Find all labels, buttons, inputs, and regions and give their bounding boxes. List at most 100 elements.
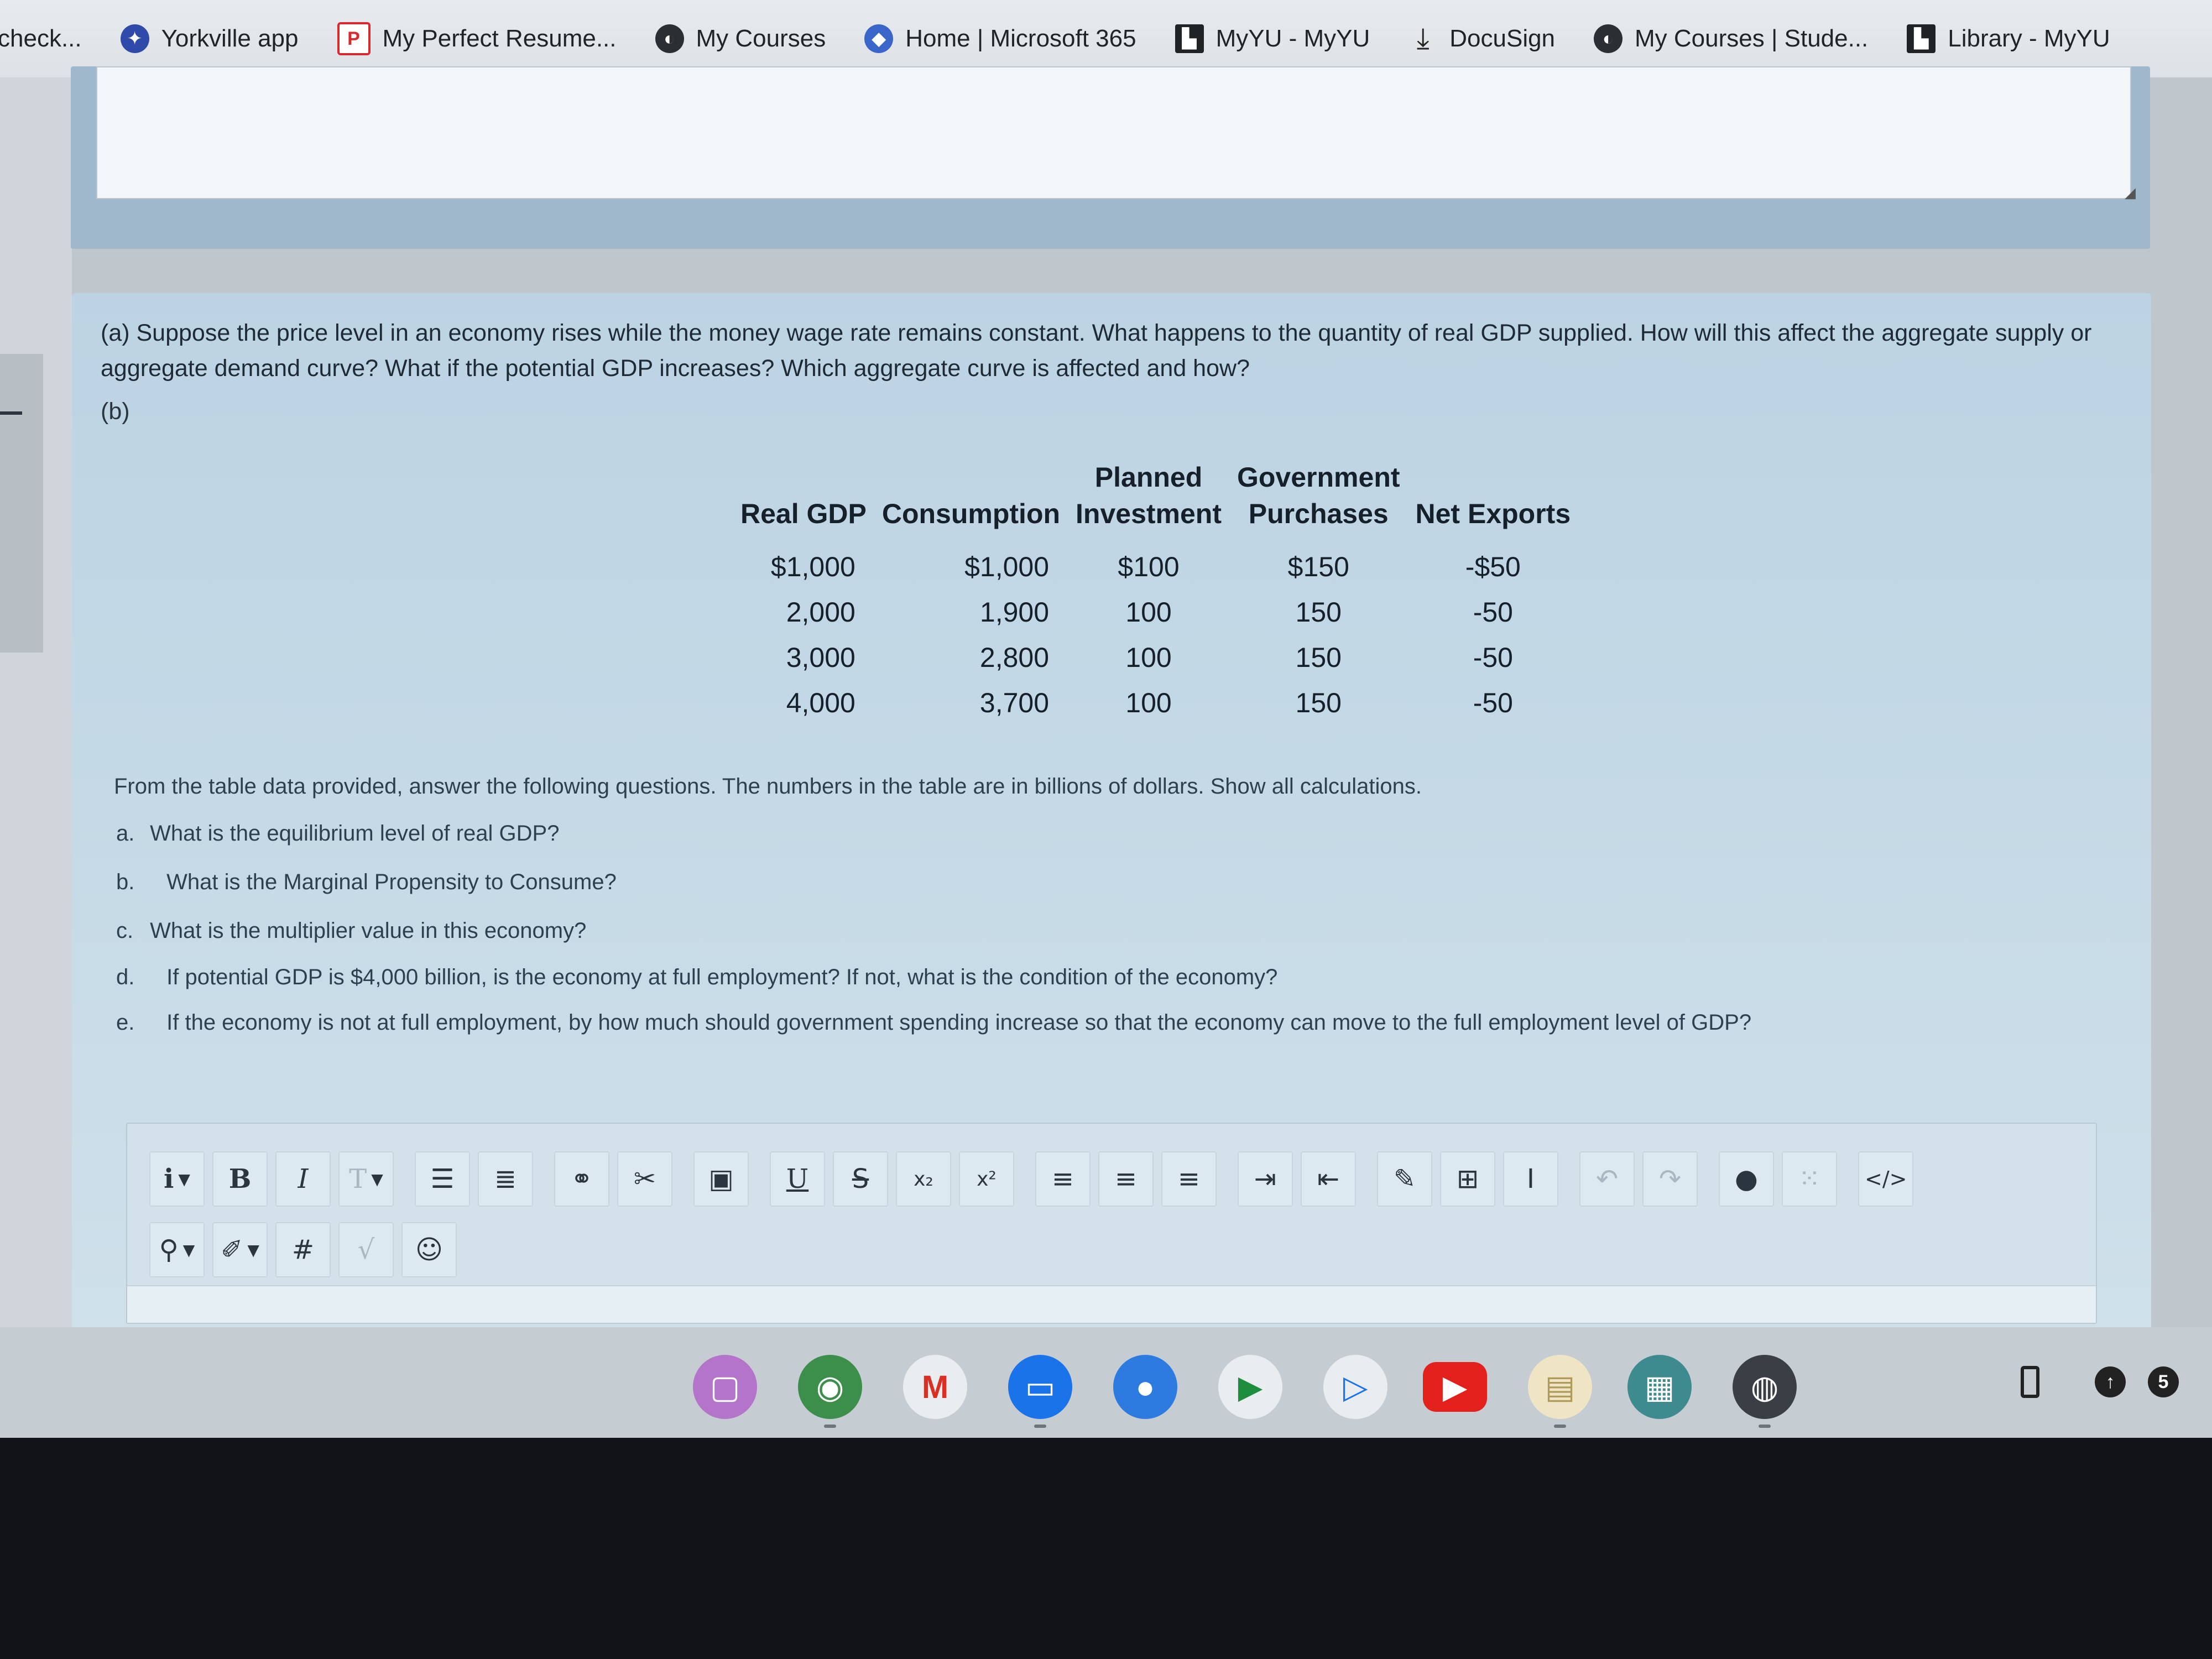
left-gutter xyxy=(0,77,72,1427)
special-chars-icon[interactable]: ⁙ xyxy=(1782,1151,1837,1207)
chevron-down-icon: ▼ xyxy=(247,1240,259,1259)
link-icon[interactable]: ⚭ xyxy=(554,1151,609,1207)
gmail-icon[interactable]: M xyxy=(903,1355,967,1419)
battery-icon xyxy=(2021,1366,2039,1398)
outdent-icon[interactable]: ⇤ xyxy=(1301,1151,1356,1207)
marker-icon[interactable]: ⚲ ▼ xyxy=(149,1222,205,1277)
font-size-button[interactable]: T ▼ xyxy=(338,1151,394,1207)
unlink-icon[interactable]: ✂ xyxy=(617,1151,672,1207)
hashtag-button[interactable]: # xyxy=(275,1222,331,1277)
info-icon[interactable]: ● xyxy=(1719,1151,1774,1207)
bookmarks-bar: check... ✦ Yorkville app P My Perfect Re… xyxy=(0,0,2212,77)
subscript-button[interactable]: x₂ xyxy=(896,1151,951,1207)
bookmark-label: My Courses xyxy=(696,25,826,52)
bookmark-my-courses-student[interactable]: ◐ My Courses | Stude... xyxy=(1594,24,1868,53)
edit-icon[interactable]: ✎ xyxy=(1377,1151,1432,1207)
paragraph-style-button[interactable]: i ▼ xyxy=(149,1151,205,1207)
table-cell: 1,900 xyxy=(979,597,1050,628)
indent-icon[interactable]: ⇥ xyxy=(1238,1151,1293,1207)
button-glyph: x₂ xyxy=(914,1167,933,1191)
table-cell: -50 xyxy=(1473,597,1513,628)
table-cell: 3,000 xyxy=(786,642,855,673)
table-row: 2,000 1,900 100 150 -50 xyxy=(733,589,1578,635)
strikethrough-button[interactable]: S xyxy=(833,1151,888,1207)
globe-icon: ◐ xyxy=(1594,24,1623,53)
answer-textarea[interactable] xyxy=(127,1285,2096,1323)
header-planned-investment: Planned Investment xyxy=(1076,462,1222,529)
numbered-list-icon[interactable]: ≣ xyxy=(478,1151,533,1207)
docusign-icon: ⤓ xyxy=(1416,22,1430,55)
chevron-down-icon: ▼ xyxy=(371,1170,383,1188)
table-cell: 150 xyxy=(1295,687,1342,718)
table-cell: -50 xyxy=(1473,642,1513,673)
align-right-icon[interactable]: ≡ xyxy=(1161,1151,1217,1207)
bookmark-microsoft-365[interactable]: ◆ Home | Microsoft 365 xyxy=(864,24,1136,53)
table-icon[interactable]: ⊞ xyxy=(1440,1151,1495,1207)
button-glyph: ☺ xyxy=(415,1234,444,1265)
screen-bezel xyxy=(0,1438,2212,1659)
calculator-icon[interactable]: ▦ xyxy=(1627,1355,1692,1419)
table-cell: 2,000 xyxy=(786,597,855,628)
text-cursor-icon[interactable]: I xyxy=(1503,1151,1558,1207)
keep-icon[interactable]: ▤ xyxy=(1528,1355,1592,1419)
bold-button[interactable]: B xyxy=(212,1151,268,1207)
code-icon[interactable]: </> xyxy=(1858,1151,1914,1207)
yorkville-icon: ✦ xyxy=(120,24,149,53)
bookmark-check[interactable]: check... xyxy=(0,25,82,53)
underline-button[interactable]: U xyxy=(770,1151,825,1207)
bookmark-my-courses[interactable]: ◐ My Courses xyxy=(655,24,826,53)
resize-grip-icon[interactable]: ◢ xyxy=(2125,184,2136,201)
superscript-button[interactable]: x² xyxy=(959,1151,1014,1207)
meet-icon[interactable]: ▶ xyxy=(1218,1355,1282,1419)
bookmark-label: My Courses | Stude... xyxy=(1635,25,1869,52)
image-icon[interactable]: ▣ xyxy=(693,1151,749,1207)
collapse-dash[interactable] xyxy=(0,411,22,415)
chrome-icon[interactable]: ◉ xyxy=(798,1355,862,1419)
button-glyph: √ xyxy=(357,1234,375,1265)
bookmark-yorkville-app[interactable]: ✦ Yorkville app xyxy=(120,24,299,53)
subquestion-text: What is the equilibrium level of real GD… xyxy=(150,821,560,846)
table-cell: 150 xyxy=(1295,597,1342,628)
subquestion-text: If the economy is not at full employment… xyxy=(166,1010,1752,1035)
files-icon[interactable]: ▭ xyxy=(1008,1355,1072,1419)
brush-icon[interactable]: ✐ ▼ xyxy=(212,1222,268,1277)
notification-count-badge: 5 xyxy=(2148,1366,2179,1397)
button-glyph: S xyxy=(852,1164,869,1194)
table-cell: $1,000 xyxy=(964,551,1050,582)
bookmark-label: Library - MyYU xyxy=(1948,25,2110,52)
bookmark-library-myyu[interactable]: ▙ Library - MyYU xyxy=(1907,24,2110,53)
globe-icon: ◐ xyxy=(655,24,684,53)
emoji-button[interactable]: ☺ xyxy=(401,1222,457,1277)
align-left-icon[interactable]: ≡ xyxy=(1035,1151,1091,1207)
table-row: 4,000 3,700 100 150 -50 xyxy=(733,680,1578,726)
question-part-a: (a) Suppose the price level in an econom… xyxy=(101,320,2092,382)
subquestion-label: e. xyxy=(116,1010,135,1035)
redo-icon[interactable]: ↷ xyxy=(1642,1151,1698,1207)
table-row: 3,000 2,800 100 150 -50 xyxy=(733,635,1578,680)
system-tray[interactable]: ↑ 5 xyxy=(2021,1366,2179,1398)
previous-answer-textarea[interactable] xyxy=(96,66,2131,199)
avatar-icon[interactable]: ◍ xyxy=(1733,1355,1797,1419)
italic-button[interactable]: I xyxy=(275,1151,331,1207)
side-tab[interactable] xyxy=(0,354,43,653)
bookmark-label: check... xyxy=(0,25,82,52)
table-cell: 3,700 xyxy=(979,687,1050,718)
chat-icon[interactable]: ● xyxy=(1113,1355,1177,1419)
bulleted-list-icon[interactable]: ☰ xyxy=(415,1151,470,1207)
subquestion-b: b. What is the Marginal Propensity to Co… xyxy=(116,870,617,895)
bookmark-myyu[interactable]: ▙ MyYU - MyYU xyxy=(1175,24,1370,53)
bookmark-label: MyYU - MyYU xyxy=(1215,25,1370,52)
bookmark-docusign[interactable]: ⤓ DocuSign xyxy=(1408,22,1556,55)
undo-icon[interactable]: ↶ xyxy=(1579,1151,1635,1207)
subquestion-label: b. xyxy=(116,870,135,894)
bookmark-my-perfect-resume[interactable]: P My Perfect Resume... xyxy=(337,22,617,55)
equation-button[interactable]: √ xyxy=(338,1222,394,1277)
play-store-icon[interactable]: ▷ xyxy=(1323,1355,1387,1419)
notes-icon[interactable]: ▢ xyxy=(693,1355,757,1419)
align-center-icon[interactable]: ≡ xyxy=(1098,1151,1154,1207)
subquestion-text: If potential GDP is $4,000 billion, is t… xyxy=(166,965,1278,989)
subquestion-d: d. If potential GDP is $4,000 billion, i… xyxy=(116,965,1277,990)
bookmark-label: DocuSign xyxy=(1449,25,1556,52)
header-consumption: Consumption xyxy=(881,498,1061,529)
youtube-icon[interactable]: ▶ xyxy=(1423,1362,1487,1412)
